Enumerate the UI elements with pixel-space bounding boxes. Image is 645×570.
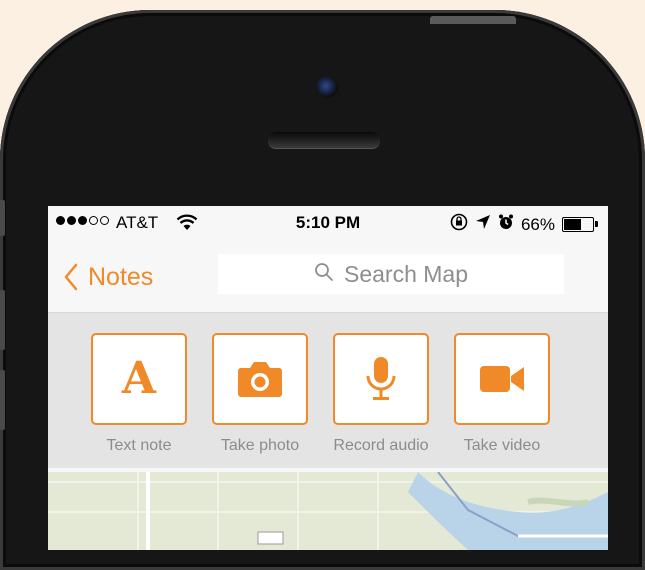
action-label: Record audio [333,437,429,454]
take-video-tile[interactable] [454,333,550,425]
action-label: Take photo [220,437,300,454]
action-label: Text note [106,437,172,454]
battery-percent: 66% [520,214,555,234]
note-actions-bar: A Text note Take photo Record audio Take… [48,313,608,468]
back-button[interactable]: Notes [60,260,153,294]
map-view[interactable] [48,472,608,550]
front-camera [316,76,338,98]
mute-switch [0,200,5,236]
search-placeholder: Search Map [343,260,468,287]
take-video-button[interactable]: Take video [447,333,557,455]
navigation-bar: Notes Search Map [48,240,608,313]
take-photo-tile[interactable] [212,333,308,425]
volume-down-button [0,370,5,430]
sleep-button [430,16,516,24]
phone-screen: AT&T 5:10 PM 66% Notes Search Map A Text… [48,206,608,550]
letter-a-icon: A [121,353,157,404]
location-arrow-icon [475,214,491,235]
rotation-lock-icon [450,213,468,236]
video-camera-icon [480,366,524,392]
text-note-button[interactable]: A Text note [84,333,194,455]
search-icon [314,261,334,288]
text-note-tile[interactable]: A [91,333,187,425]
search-map-input[interactable]: Search Map [218,254,564,294]
take-photo-button[interactable]: Take photo [205,333,315,455]
record-audio-button[interactable]: Record audio [326,333,436,455]
chevron-left-icon [64,263,78,291]
back-button-label: Notes [88,262,154,291]
volume-up-button [0,290,5,350]
alarm-icon [498,214,514,235]
microphone-icon [366,357,396,400]
battery-icon [562,217,598,232]
earpiece-speaker [268,132,380,148]
record-audio-tile[interactable] [333,333,429,425]
action-label: Take video [463,437,541,454]
status-bar: AT&T 5:10 PM 66% [48,206,608,240]
camera-icon [238,362,282,397]
